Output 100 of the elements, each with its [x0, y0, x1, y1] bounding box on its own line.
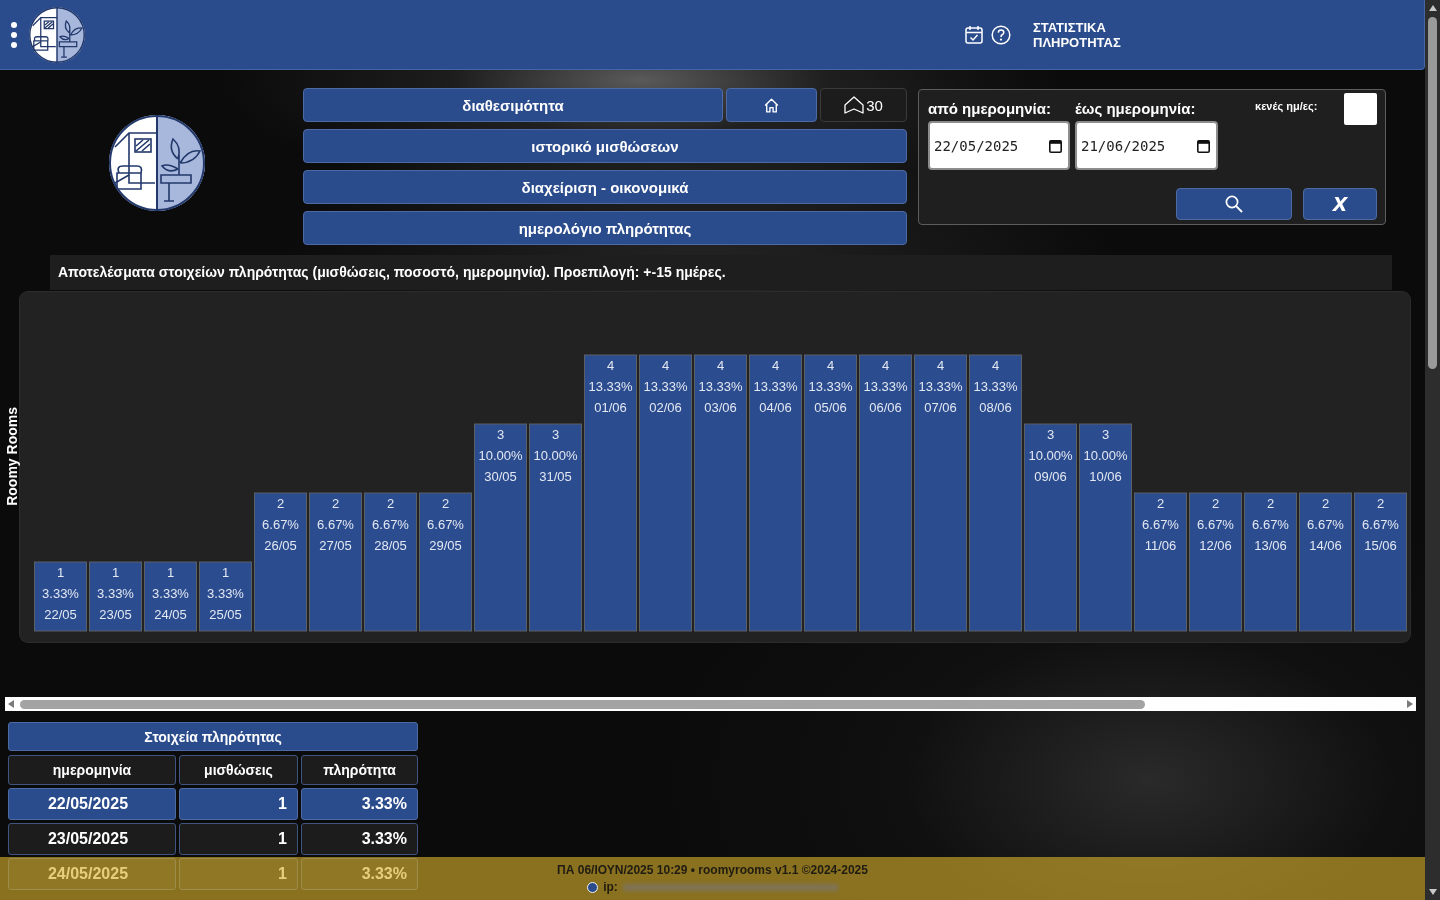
home-button[interactable]	[726, 88, 817, 122]
counter-button[interactable]: 30	[820, 88, 907, 122]
bar-percent-label: 6.67%	[317, 517, 354, 532]
bar-date-label: 25/05	[209, 607, 242, 622]
bar-date-label: 22/05	[44, 607, 77, 622]
bar-value-label: 4	[826, 358, 835, 373]
bar-value-label: 2	[1321, 496, 1330, 511]
date-field[interactable]: 22/05/2025	[928, 121, 1070, 170]
home-icon	[763, 96, 780, 114]
bar	[199, 561, 252, 632]
table-cell: 23/05/2025	[8, 823, 176, 855]
bar-percent-label: 3.33%	[97, 586, 134, 601]
table-cell: 24/05/2025	[8, 858, 176, 890]
search-button[interactable]	[1176, 188, 1292, 220]
bar-value-label: 2	[441, 496, 450, 511]
bar-value-label: 2	[1156, 496, 1165, 511]
bar-value-label: 1	[221, 565, 230, 580]
table-cell: 1	[179, 823, 298, 855]
page-title: ΣΤΑΤΙΣΤΙΚΑ ΠΛΗΡΟΤΗΤΑΣ	[1033, 19, 1122, 50]
bar-value-label: 3	[1101, 427, 1110, 442]
bar-percent-label: 10.00%	[533, 448, 578, 463]
bar-date-label: 24/05	[154, 607, 187, 622]
bar-value-label: 2	[1376, 496, 1385, 511]
bar-value-label: 2	[386, 496, 395, 511]
bar-date-label: 03/06	[704, 400, 737, 415]
bar-percent-label: 13.33%	[753, 379, 798, 394]
bar-percent-label: 13.33%	[863, 379, 908, 394]
scrollbar-thumb[interactable]	[1428, 17, 1437, 369]
menu-icon[interactable]	[10, 21, 18, 48]
bar-value-label: 4	[991, 358, 1000, 373]
horizontal-scrollbar[interactable]	[5, 697, 1416, 711]
bar-value-label: 4	[881, 358, 890, 373]
bar-date-label: 29/05	[429, 538, 462, 553]
clear-button[interactable]: X	[1303, 188, 1377, 220]
scroll-right-arrow-icon[interactable]	[1407, 700, 1413, 708]
calendar-check-icon[interactable]	[965, 25, 983, 44]
bar-date-label: 01/06	[594, 400, 627, 415]
bar-percent-label: 6.67%	[372, 517, 409, 532]
bar-value-label: 3	[551, 427, 560, 442]
ip-label: ip:	[603, 880, 618, 895]
bar-percent-label: 6.67%	[1142, 517, 1179, 532]
table-cell: 1	[179, 858, 298, 890]
bar-percent-label: 10.00%	[1028, 448, 1073, 463]
bar	[34, 561, 87, 632]
bar-value-label: 1	[111, 565, 120, 580]
nav-button[interactable]: διαθεσιμότητα	[303, 88, 723, 122]
vertical-scrollbar[interactable]	[1425, 0, 1440, 900]
bar-percent-label: 13.33%	[918, 379, 963, 394]
bar-percent-label: 13.33%	[698, 379, 743, 394]
scroll-up-arrow-icon[interactable]	[1428, 5, 1437, 11]
bar-value-label: 3	[1046, 427, 1055, 442]
bar-value-label: 4	[936, 358, 945, 373]
bar	[89, 561, 142, 632]
bar-percent-label: 10.00%	[1083, 448, 1128, 463]
bar-date-label: 02/06	[649, 400, 682, 415]
bar-date-label: 09/06	[1034, 469, 1067, 484]
bar-date-label: 12/06	[1199, 538, 1232, 553]
bar-date-label: 23/05	[99, 607, 132, 622]
calendar-icon	[1197, 138, 1210, 153]
table-cell: 3.33%	[301, 858, 418, 890]
bar-date-label: 04/06	[759, 400, 792, 415]
table-cell: 1	[179, 788, 298, 820]
column-header: ημερομηνία	[8, 755, 176, 785]
from-date-label: από ημερομηνία:	[928, 99, 1052, 119]
date-field[interactable]: 21/06/2025	[1075, 121, 1218, 170]
bar-date-label: 15/06	[1364, 538, 1397, 553]
footer-text: ΠΑ 06/ΙΟΥΝ/2025 10:29 • roomyrooms v1.1 ©2024-2025	[557, 863, 868, 878]
table-cell: 22/05/2025	[8, 788, 176, 820]
scroll-down-arrow-icon[interactable]	[1428, 889, 1437, 895]
help-icon[interactable]	[991, 24, 1011, 45]
scrollbar-thumb[interactable]	[20, 699, 1145, 709]
bar-date-label: 26/05	[264, 538, 297, 553]
bar-percent-label: 13.33%	[808, 379, 853, 394]
bar-value-label: 2	[1211, 496, 1220, 511]
house-outline-icon	[844, 95, 865, 115]
results-caption: Αποτελέσματα στοιχείων πληρότητας (μισθώσεις, ποσοστό, ημερομηνία). Προεπιλογή: +-15 ημέρες.	[50, 255, 1392, 290]
bar-percent-label: 10.00%	[478, 448, 523, 463]
bar-date-label: 13/06	[1254, 538, 1287, 553]
bar-percent-label: 3.33%	[207, 586, 244, 601]
bar-date-label: 05/06	[814, 400, 847, 415]
status-dot-icon	[587, 882, 599, 893]
bar-date-label: 10/06	[1089, 469, 1122, 484]
checkbox[interactable]	[1344, 93, 1377, 125]
bar-value-label: 1	[166, 565, 175, 580]
table-cell: 3.33%	[301, 823, 418, 855]
bar-date-label: 27/05	[319, 538, 352, 553]
bar	[144, 561, 197, 632]
scroll-left-arrow-icon[interactable]	[8, 700, 14, 708]
column-header: πληρότητα	[301, 755, 418, 785]
bar-value-label: 2	[1266, 496, 1275, 511]
bar-percent-label: 6.67%	[262, 517, 299, 532]
nav-button[interactable]: διαχείριση - οικονομικά	[303, 170, 907, 204]
bar-percent-label: 6.67%	[1362, 517, 1399, 532]
nav-button[interactable]: ημερολόγιο πληρότητας	[303, 211, 907, 245]
nav-button[interactable]: ιστορικό μισθώσεων	[303, 129, 907, 163]
bar-date-label: 08/06	[979, 400, 1012, 415]
bar-percent-label: 13.33%	[588, 379, 633, 394]
bar-percent-label: 3.33%	[42, 586, 79, 601]
column-header: μισθώσεις	[179, 755, 298, 785]
room-logo-icon	[107, 113, 207, 213]
